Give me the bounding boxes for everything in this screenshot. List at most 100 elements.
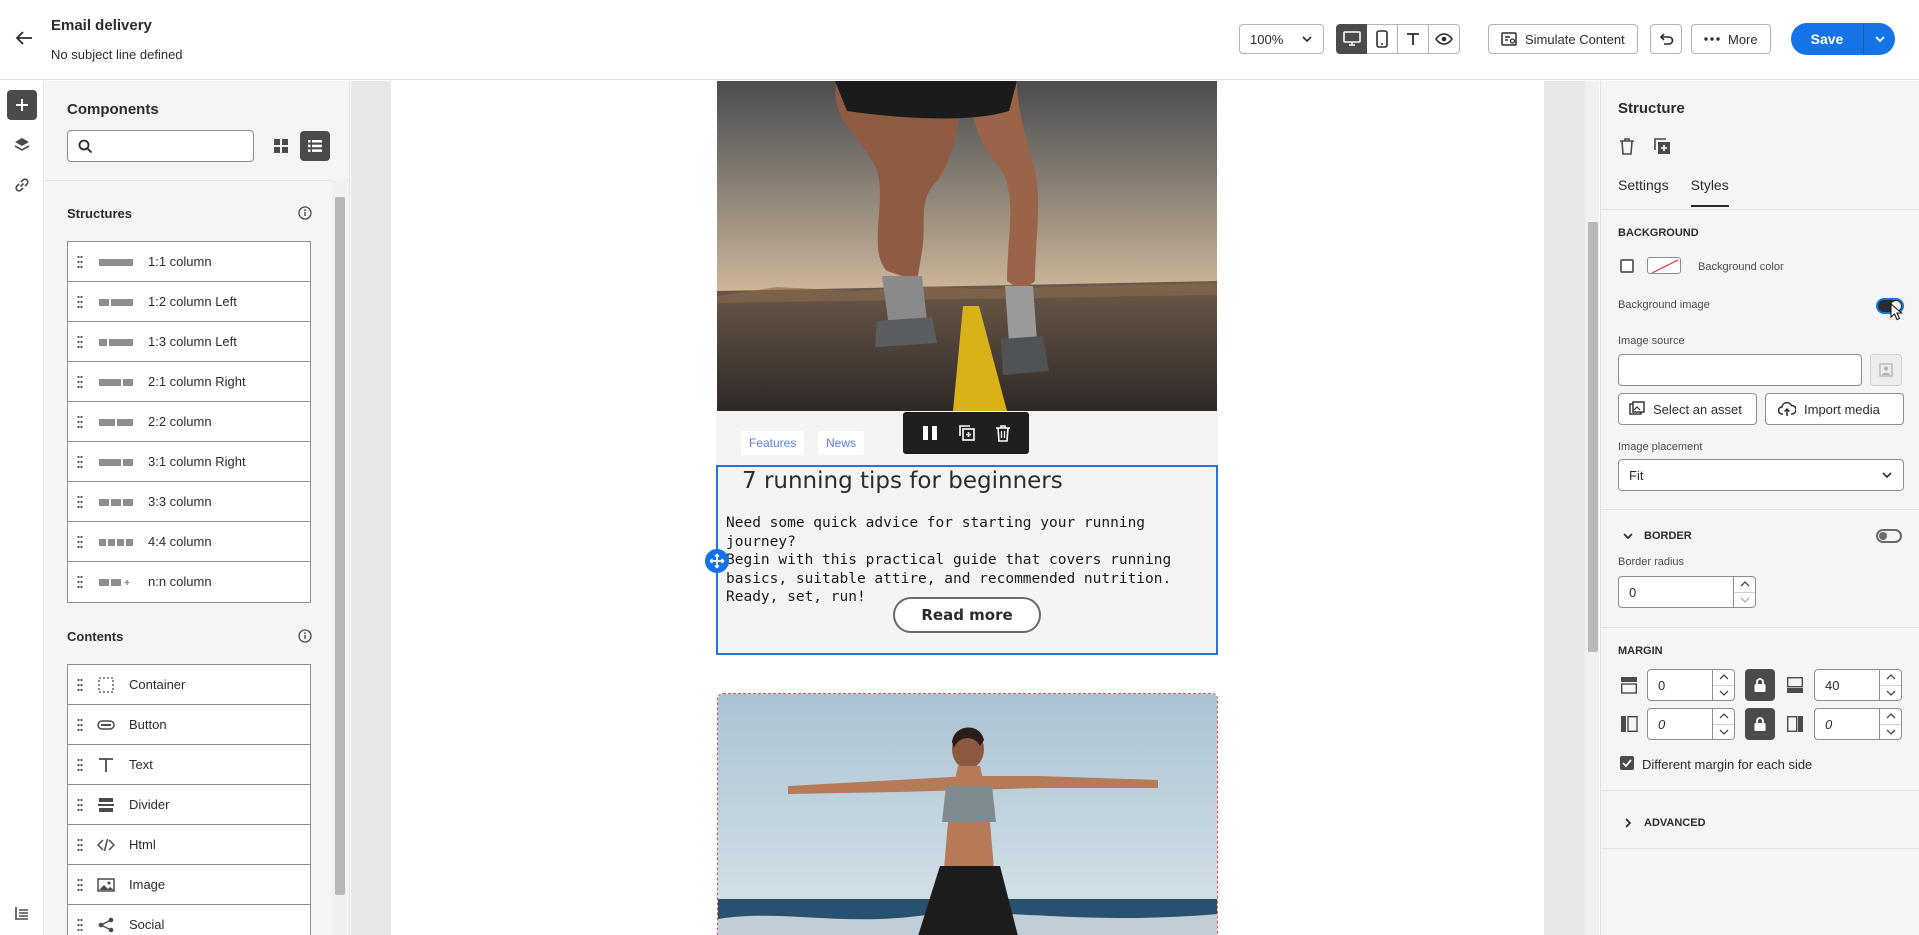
drag-handle-icon[interactable] <box>77 878 83 892</box>
undo-button[interactable] <box>1650 24 1682 54</box>
structure-item-col-1-2[interactable]: 1:2 column Left <box>68 282 310 322</box>
content-item-html[interactable]: Html <box>68 825 310 865</box>
drag-handle-icon[interactable] <box>77 335 83 349</box>
back-arrow-icon[interactable] <box>12 26 36 50</box>
trash-icon[interactable] <box>1617 136 1637 156</box>
article-title[interactable]: 7 running tips for beginners <box>742 468 1063 494</box>
structure-item-col-1-1[interactable]: 1:1 column <box>68 242 310 282</box>
structure-item-col-1-3[interactable]: 1:3 column Left <box>68 322 310 362</box>
read-more-button[interactable]: Read more <box>893 597 1041 633</box>
chevron-right-icon[interactable] <box>1622 817 1634 829</box>
preview-button[interactable] <box>1429 24 1460 54</box>
text-view-button[interactable] <box>1398 24 1429 54</box>
drag-handle-icon[interactable] <box>77 255 83 269</box>
more-button[interactable]: More <box>1691 24 1771 54</box>
image-placement-select[interactable]: Fit <box>1618 459 1904 491</box>
chevron-down-icon[interactable] <box>1880 686 1901 701</box>
margin-left-input[interactable]: 0 <box>1647 708 1713 740</box>
bottom-rail-button[interactable] <box>7 898 37 928</box>
components-search-input[interactable] <box>67 130 254 162</box>
chevron-down-icon[interactable] <box>1880 725 1901 740</box>
drag-handle-icon[interactable] <box>77 758 83 772</box>
trash-icon[interactable] <box>995 424 1011 442</box>
tab-settings[interactable]: Settings <box>1618 177 1669 207</box>
margin-lock-horizontal-button[interactable] <box>1745 708 1775 740</box>
margin-top-stepper[interactable] <box>1713 669 1735 701</box>
select-asset-button[interactable]: Select an asset <box>1618 393 1757 425</box>
margin-bottom-stepper[interactable] <box>1880 669 1902 701</box>
save-button[interactable]: Save <box>1791 23 1863 55</box>
chevron-down-icon[interactable] <box>1622 530 1634 542</box>
links-button[interactable] <box>7 170 37 200</box>
image-source-input[interactable] <box>1618 354 1862 386</box>
image-source-picker[interactable] <box>1870 354 1902 386</box>
drag-handle-icon[interactable] <box>77 455 83 469</box>
chevron-down-icon[interactable] <box>1713 725 1734 740</box>
chevron-up-icon[interactable] <box>1880 709 1901 725</box>
content-item-divider[interactable]: Divider <box>68 785 310 825</box>
chevron-up-icon[interactable] <box>1880 670 1901 686</box>
drag-handle-icon[interactable] <box>77 295 83 309</box>
chevron-up-icon[interactable] <box>1713 670 1734 686</box>
content-item-text[interactable]: Text <box>68 745 310 785</box>
drag-handle-icon[interactable] <box>77 415 83 429</box>
drag-handle-icon[interactable] <box>77 918 83 932</box>
drag-handle-icon[interactable] <box>77 718 83 732</box>
margin-bottom-input[interactable]: 40 <box>1814 669 1880 701</box>
drag-handle-icon[interactable] <box>77 495 83 509</box>
border-radius-input[interactable]: 0 <box>1618 576 1734 608</box>
drag-handle-icon[interactable] <box>77 535 83 549</box>
drag-handle-icon[interactable] <box>77 575 83 589</box>
margin-lock-vertical-button[interactable] <box>1745 669 1775 701</box>
drag-handle-icon[interactable] <box>77 678 83 692</box>
yoga-hero-image[interactable] <box>717 693 1218 935</box>
import-media-button[interactable]: Import media <box>1765 393 1904 425</box>
chevron-up-icon[interactable] <box>1713 709 1734 725</box>
chevron-down-icon[interactable] <box>1734 593 1755 608</box>
add-components-button[interactable] <box>7 90 37 120</box>
zoom-select[interactable]: 100% <box>1239 24 1324 54</box>
structure-item-col-4-4[interactable]: 4:4 column <box>68 522 310 562</box>
drag-handle-icon[interactable] <box>77 838 83 852</box>
add-component-handle[interactable] <box>705 549 729 573</box>
structure-item-col-2-2[interactable]: 2:2 column <box>68 402 310 442</box>
runner-hero-image[interactable] <box>717 81 1217 411</box>
save-options-button[interactable] <box>1863 23 1895 55</box>
structure-item-col-3-1[interactable]: 3:1 column Right <box>68 442 310 482</box>
grid-view-toggle[interactable] <box>267 132 295 160</box>
columns-icon[interactable] <box>921 425 939 441</box>
structure-item-col-3-3[interactable]: 3:3 column <box>68 482 310 522</box>
info-icon[interactable] <box>298 629 312 643</box>
content-item-social[interactable]: Social <box>68 905 310 935</box>
structure-item-col-n-n[interactable]: n:n column <box>68 562 310 602</box>
background-color-checkbox[interactable] <box>1620 259 1634 273</box>
article-body-text[interactable]: Need some quick advice for starting your… <box>726 514 1214 607</box>
border-radius-stepper[interactable] <box>1734 576 1756 608</box>
chevron-up-icon[interactable] <box>1734 577 1755 593</box>
margin-left-stepper[interactable] <box>1713 708 1735 740</box>
layers-button[interactable] <box>7 130 37 160</box>
tag-news[interactable]: News <box>818 431 865 455</box>
chevron-down-icon[interactable] <box>1713 686 1734 701</box>
canvas-scroll-thumb[interactable] <box>1588 222 1598 652</box>
content-item-container[interactable]: Container <box>68 665 310 705</box>
margin-top-input[interactable]: 0 <box>1647 669 1713 701</box>
duplicate-icon[interactable] <box>958 424 976 442</box>
margin-right-stepper[interactable] <box>1880 708 1902 740</box>
info-icon[interactable] <box>298 206 312 220</box>
desktop-view-button[interactable] <box>1336 24 1367 54</box>
duplicate-icon[interactable] <box>1652 136 1672 156</box>
simulate-content-button[interactable]: Simulate Content <box>1488 24 1638 54</box>
components-scroll-thumb[interactable] <box>335 197 345 895</box>
drag-handle-icon[interactable] <box>77 375 83 389</box>
structure-item-col-2-1[interactable]: 2:1 column Right <box>68 362 310 402</box>
different-margin-checkbox[interactable] <box>1620 756 1634 770</box>
border-toggle[interactable] <box>1876 529 1902 543</box>
margin-right-input[interactable]: 0 <box>1814 708 1880 740</box>
tag-features[interactable]: Features <box>741 431 805 455</box>
drag-handle-icon[interactable] <box>77 798 83 812</box>
content-item-button[interactable]: Button <box>68 705 310 745</box>
tab-styles[interactable]: Styles <box>1690 177 1729 207</box>
mobile-view-button[interactable] <box>1367 24 1398 54</box>
list-view-toggle[interactable] <box>300 131 330 161</box>
